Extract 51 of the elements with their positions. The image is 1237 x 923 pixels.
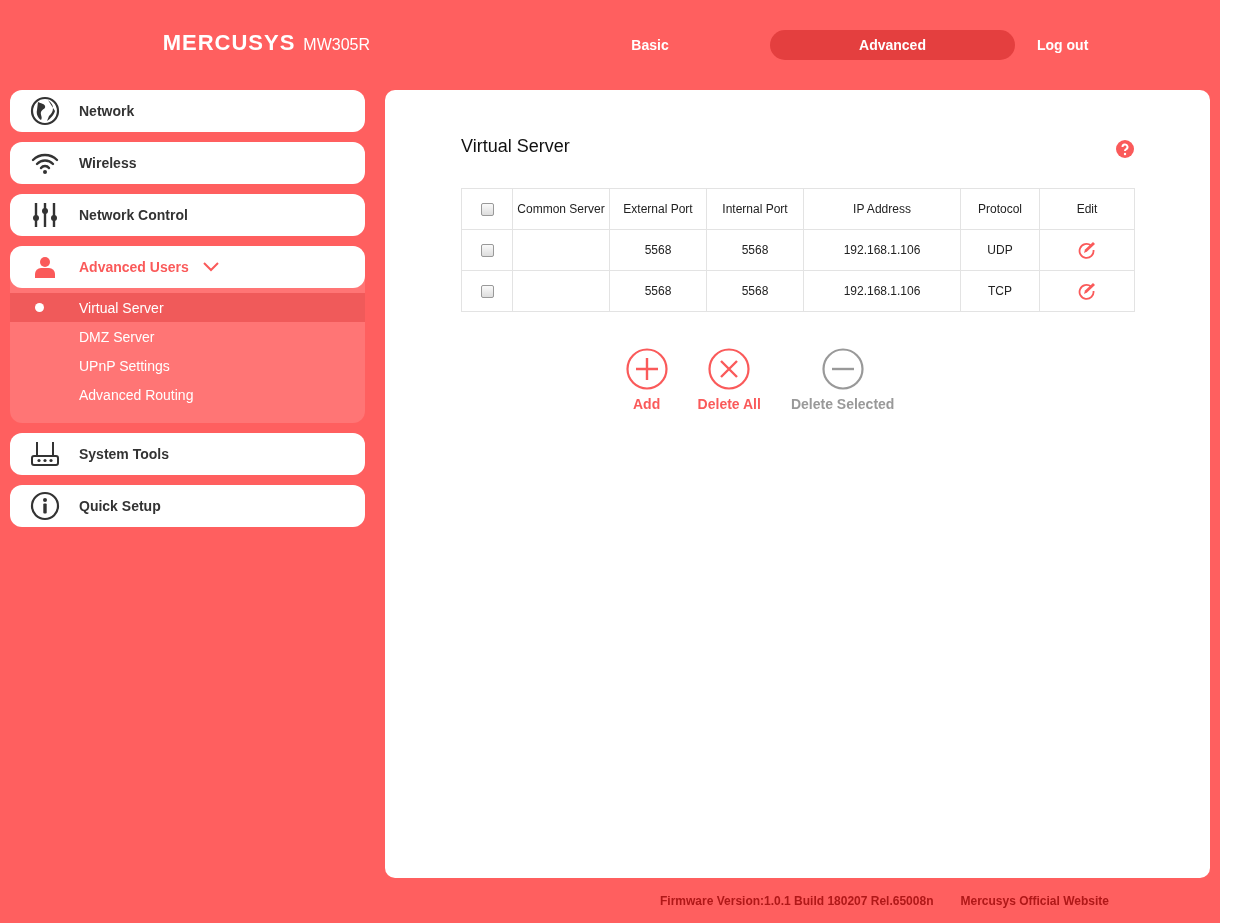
column-header: Edit — [1039, 188, 1135, 230]
sidebar-item[interactable]: Advanced Users — [10, 246, 365, 288]
edit-icon[interactable] — [1078, 282, 1096, 300]
website-link[interactable]: Mercusys Official Website — [960, 893, 1109, 908]
info-icon — [29, 491, 60, 521]
firmware-version: Firmware Version:1.0.1 Build 180207 Rel.65008n — [660, 893, 934, 908]
sidebar-item[interactable]: Quick Setup — [10, 485, 365, 527]
column-header: Protocol — [960, 188, 1040, 230]
sidebar-item[interactable]: Network — [10, 90, 365, 132]
sidebar-item[interactable]: System Tools — [10, 433, 365, 475]
column-header: IP Address — [803, 188, 961, 230]
column-header: External Port — [609, 188, 707, 230]
column-header: Common Server — [512, 188, 610, 230]
user-icon — [33, 256, 56, 278]
table-cell: 5568 — [609, 270, 707, 312]
nav-tab[interactable]: Advanced — [770, 30, 1015, 60]
bullet-icon — [35, 303, 44, 312]
brand-logo: MERCUSYS — [162, 30, 296, 56]
plus-circle-icon — [625, 348, 668, 390]
table-cell: 192.168.1.106 — [803, 229, 961, 271]
table-cell: TCP — [960, 270, 1040, 312]
row-checkbox[interactable] — [480, 244, 494, 258]
edit-icon[interactable] — [1078, 241, 1096, 259]
model-name: MW305R — [303, 36, 370, 54]
table-cell: 5568 — [609, 229, 707, 271]
action-button[interactable]: Add — [625, 348, 668, 412]
globe-icon — [29, 96, 60, 126]
submenu-item[interactable]: Virtual Server — [10, 293, 365, 322]
wifi-icon — [30, 152, 59, 174]
table-cell: UDP — [960, 229, 1040, 271]
nav-tab[interactable]: Basic — [560, 30, 740, 60]
action-button[interactable]: Delete All — [697, 348, 761, 412]
row-checkbox[interactable] — [480, 285, 494, 299]
router-icon — [29, 441, 60, 467]
chevron-down-icon — [202, 262, 219, 272]
help-icon[interactable] — [1116, 140, 1134, 158]
select-all-checkbox[interactable] — [480, 203, 494, 217]
column-header: Internal Port — [706, 188, 804, 230]
sidebar-item[interactable]: Wireless — [10, 142, 365, 184]
submenu-item[interactable]: Advanced Routing — [10, 380, 365, 409]
x-circle-icon — [708, 348, 751, 390]
minus-circle-icon — [821, 348, 864, 390]
sidebar-item[interactable]: Network Control — [10, 194, 365, 236]
table-cell: 5568 — [706, 270, 804, 312]
logout-link[interactable]: Log out — [1037, 37, 1089, 53]
submenu-item[interactable]: DMZ Server — [10, 322, 365, 351]
submenu-item[interactable]: UPnP Settings — [10, 351, 365, 380]
page-title: Virtual Server — [461, 136, 570, 157]
sliders-icon — [31, 202, 58, 228]
table-cell: 5568 — [706, 229, 804, 271]
table-cell: 192.168.1.106 — [803, 270, 961, 312]
